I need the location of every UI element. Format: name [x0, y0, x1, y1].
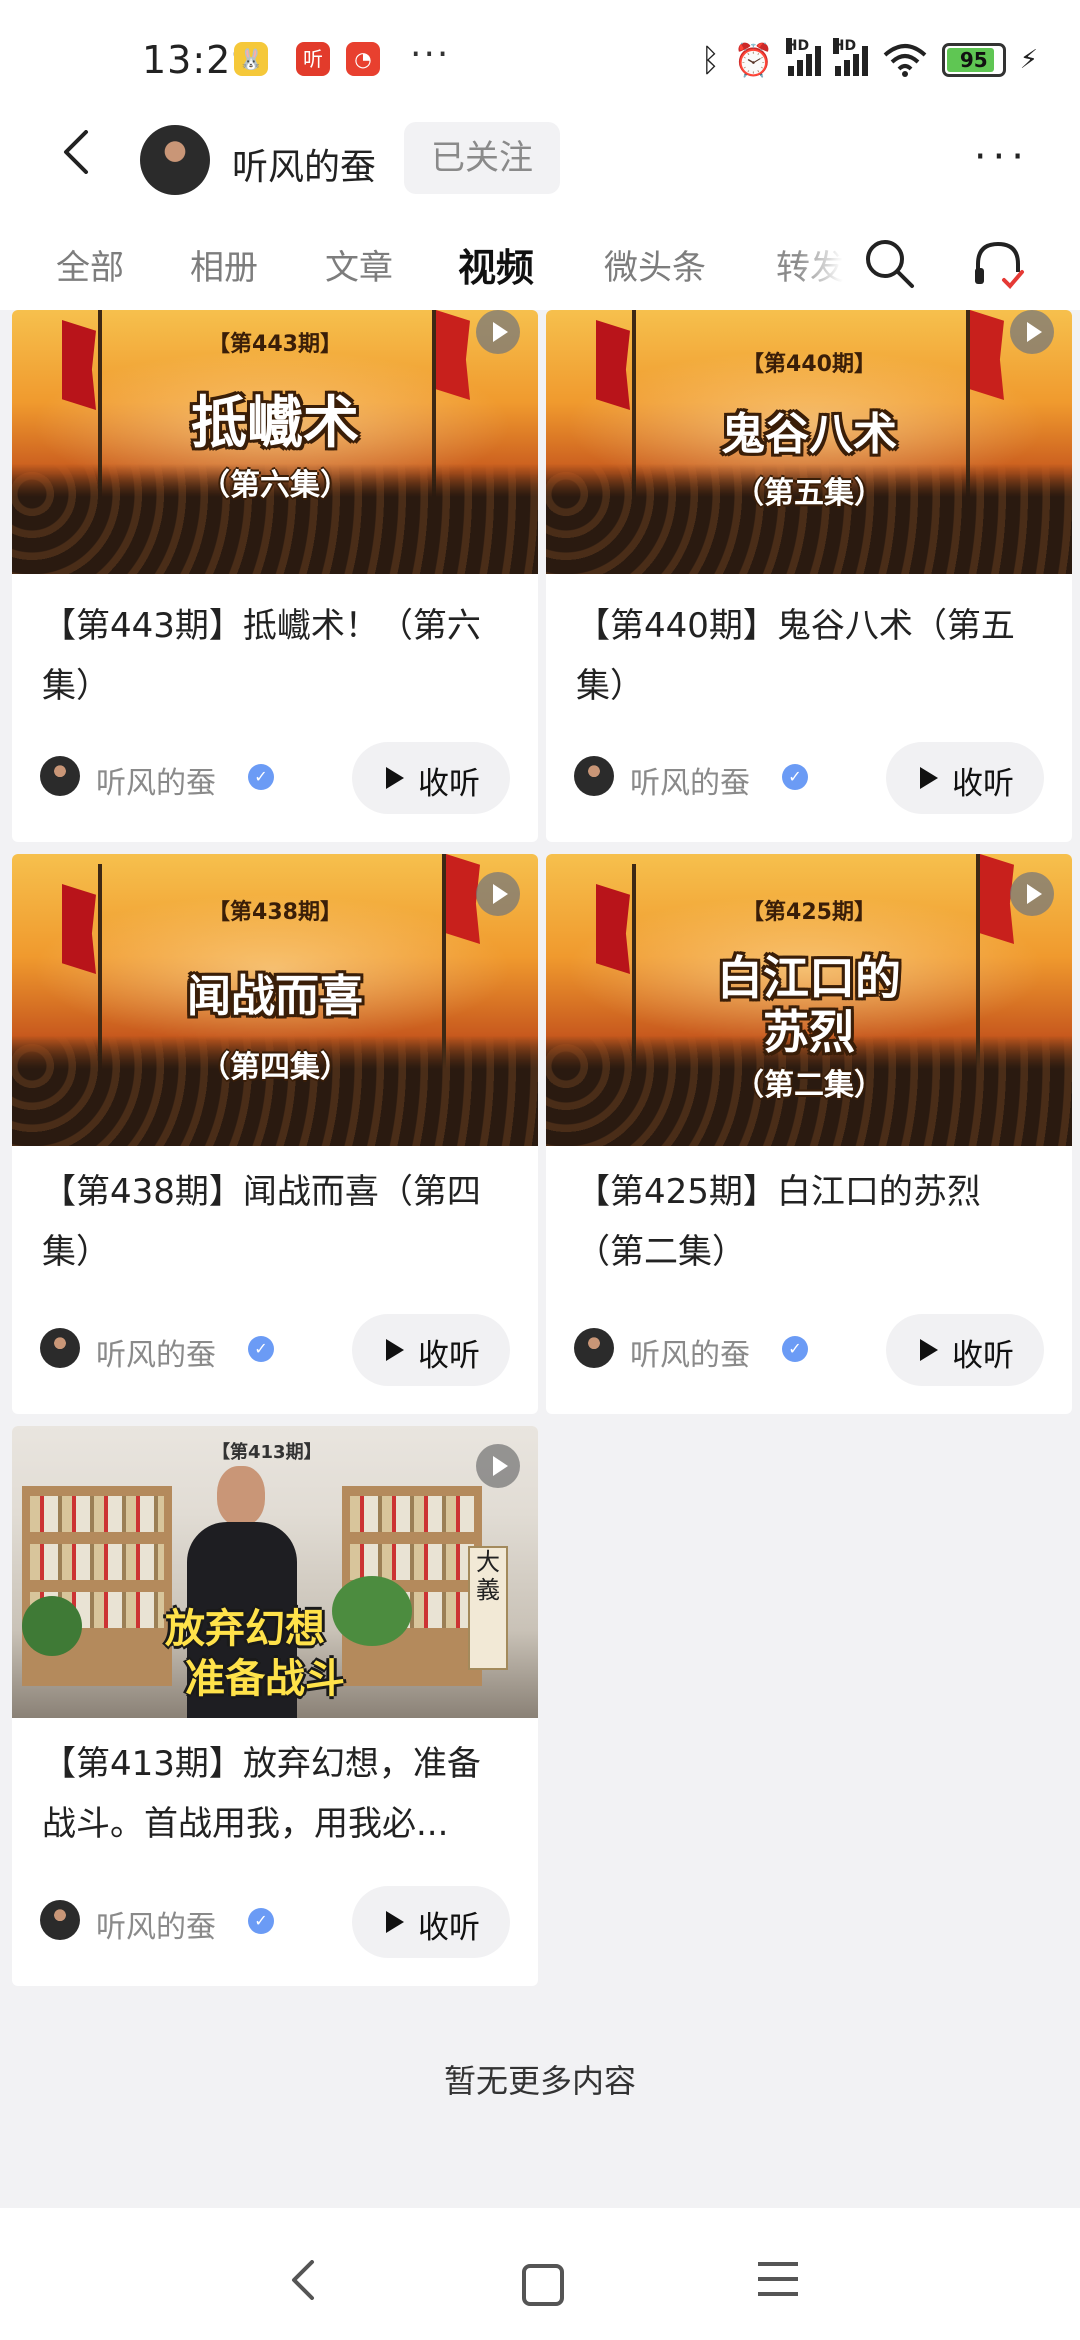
- avatar: [40, 756, 80, 796]
- search-icon[interactable]: [862, 236, 916, 290]
- video-title[interactable]: 【第443期】抵巇术！（第六集）: [42, 596, 512, 716]
- back-icon[interactable]: [56, 130, 100, 174]
- video-author: 听风的蚕: [96, 766, 216, 801]
- play-icon: [386, 1911, 404, 1933]
- video-card[interactable]: 【第440期】 鬼谷八术 （第五集） 【第440期】鬼谷八术（第五集） 听风的蚕…: [546, 310, 1072, 842]
- play-icon: [476, 872, 520, 916]
- thumb-subtitle: （第四集）: [200, 1050, 350, 1085]
- video-title[interactable]: 【第413期】放弃幻想，准备战斗。首战用我，用我必...: [42, 1734, 512, 1854]
- followed-button[interactable]: 已关注: [404, 122, 560, 194]
- listen-button[interactable]: 收听: [886, 742, 1044, 814]
- thumb-episode: 【第440期】: [742, 352, 876, 377]
- avatar: [40, 1328, 80, 1368]
- wifi-icon: [883, 44, 927, 77]
- tab-albums[interactable]: 相册: [190, 240, 258, 289]
- verified-icon: ✓: [782, 1336, 808, 1362]
- battery-icon: 95: [941, 43, 1006, 77]
- tab-videos[interactable]: 视频: [458, 237, 534, 292]
- thumb-title: 鬼谷八术: [721, 409, 897, 460]
- tab-micro-posts[interactable]: 微头条: [604, 240, 706, 289]
- play-icon: [920, 767, 938, 789]
- play-icon: [1010, 310, 1054, 354]
- play-icon: [476, 310, 520, 354]
- bluetooth-icon: ᛒ: [700, 41, 720, 79]
- avatar: [40, 1900, 80, 1940]
- avatar: [574, 1328, 614, 1368]
- video-thumbnail[interactable]: 【第440期】 鬼谷八术 （第五集）: [546, 310, 1072, 574]
- thumb-episode: 【第438期】: [208, 900, 342, 925]
- play-icon: [476, 1444, 520, 1488]
- verified-icon: ✓: [248, 1336, 274, 1362]
- thumb-subtitle: （第二集）: [734, 1068, 884, 1103]
- no-more-content: 暂无更多内容: [443, 2062, 636, 2100]
- video-card[interactable]: 【第425期】 白江口的 苏烈 （第二集） 【第425期】白江口的苏烈（第二集）…: [546, 854, 1072, 1414]
- video-title[interactable]: 【第438期】闻战而喜（第四集）: [42, 1162, 512, 1282]
- video-author: 听风的蚕: [630, 766, 750, 801]
- status-bar: 13:29 🐰 听 ◔ ··· ᛒ ⏰ HD HD 95 ⚡: [0, 0, 1080, 122]
- tab-articles[interactable]: 文章: [325, 240, 393, 289]
- thumb-title: 抵巇术: [191, 391, 359, 456]
- verified-icon: ✓: [782, 764, 808, 790]
- avatar: [574, 756, 614, 796]
- thumb-episode: 【第425期】: [742, 900, 876, 925]
- charging-icon: ⚡: [1019, 45, 1038, 75]
- signal-icon-2: HD: [832, 38, 868, 76]
- thumb-episode: 【第443期】: [208, 332, 342, 357]
- play-icon: [1010, 872, 1054, 916]
- video-author: 听风的蚕: [630, 1338, 750, 1373]
- video-card[interactable]: 大義 【第413期】 放弃幻想 准备战斗 【第413期】放弃幻想，准备战斗。首战…: [12, 1426, 538, 1986]
- content-tabs: 全部 相册 文章 视频 微头条 转发: [0, 222, 1080, 310]
- listen-button[interactable]: 收听: [886, 1314, 1044, 1386]
- thumb-title: 闻战而喜: [187, 971, 363, 1022]
- thumb-subtitle: （第六集）: [200, 468, 350, 503]
- video-title[interactable]: 【第425期】白江口的苏烈（第二集）: [576, 1162, 1046, 1282]
- verified-icon: ✓: [248, 1908, 274, 1934]
- thumb-title-line2: 准备战斗: [185, 1656, 345, 1702]
- video-card[interactable]: 【第438期】 闻战而喜 （第四集） 【第438期】闻战而喜（第四集） 听风的蚕…: [12, 854, 538, 1414]
- video-thumbnail[interactable]: 【第425期】 白江口的 苏烈 （第二集）: [546, 854, 1072, 1146]
- tab-all[interactable]: 全部: [56, 240, 124, 289]
- verified-icon: ✓: [248, 764, 274, 790]
- more-options-icon[interactable]: ···: [974, 134, 1030, 180]
- video-thumbnail[interactable]: 【第438期】 闻战而喜 （第四集）: [12, 854, 538, 1146]
- thumb-title-line2: 苏烈: [763, 1005, 855, 1059]
- status-right: ᛒ ⏰ HD HD 95 ⚡: [700, 38, 1038, 80]
- ting-app-icon: 听: [296, 42, 330, 76]
- video-card[interactable]: 【第443期】 抵巇术 （第六集） 【第443期】抵巇术！（第六集） 听风的蚕 …: [12, 310, 538, 842]
- listen-button[interactable]: 收听: [352, 1314, 510, 1386]
- play-icon: [386, 767, 404, 789]
- play-icon: [920, 1339, 938, 1361]
- video-thumbnail[interactable]: 大義 【第413期】 放弃幻想 准备战斗: [12, 1426, 538, 1718]
- signal-icon: HD: [785, 38, 821, 76]
- video-author: 听风的蚕: [96, 1338, 216, 1373]
- play-icon: [386, 1339, 404, 1361]
- author-avatar[interactable]: [140, 125, 210, 195]
- rabbit-app-icon: 🐰: [234, 42, 268, 76]
- listen-button[interactable]: 收听: [352, 1886, 510, 1958]
- headset-icon[interactable]: [970, 236, 1026, 292]
- listen-button[interactable]: 收听: [352, 742, 510, 814]
- nav-home-icon[interactable]: [522, 2264, 564, 2306]
- thumb-subtitle: （第五集）: [734, 476, 884, 511]
- video-title[interactable]: 【第440期】鬼谷八术（第五集）: [576, 596, 1046, 716]
- nav-menu-icon[interactable]: [758, 2262, 798, 2296]
- video-thumbnail[interactable]: 【第443期】 抵巇术 （第六集）: [12, 310, 538, 574]
- status-more-icon: ···: [410, 34, 451, 75]
- author-name[interactable]: 听风的蚕: [232, 138, 376, 190]
- video-author: 听风的蚕: [96, 1910, 216, 1945]
- alarm-icon: ⏰: [733, 41, 774, 79]
- nav-back-icon[interactable]: [290, 2260, 316, 2300]
- news-app-icon: ◔: [346, 42, 380, 76]
